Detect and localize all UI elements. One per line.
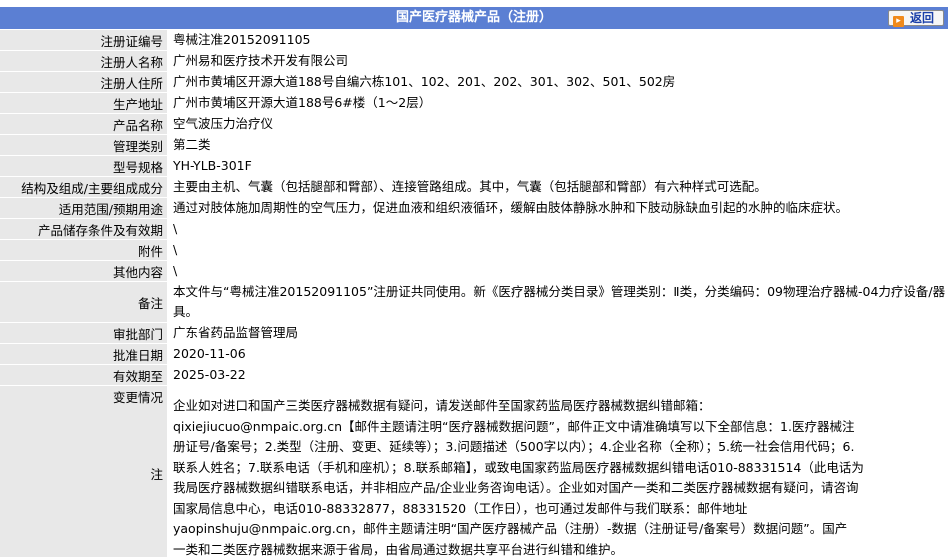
table-row: 其他内容 \ [0, 260, 948, 282]
page: 国产医疗器械产品（注册） ▸ 返回 注册证编号 粤械注准20152091105 注册… [0, 0, 948, 557]
field-value: 第二类 [167, 134, 948, 156]
field-value: \ [167, 260, 948, 282]
table-row: 附件 \ [0, 239, 948, 261]
back-button-label: 返回 [910, 11, 935, 25]
page-title: 国产医疗器械产品（注册） [395, 10, 552, 25]
field-value: 广州市黄埔区开源大道188号自编六栋101、102、201、202、301、30… [167, 71, 948, 93]
field-label: 注册人住所 [0, 71, 167, 93]
field-value: 空气波压力治疗仪 [167, 113, 948, 135]
field-label: 注 [150, 466, 163, 482]
back-button[interactable]: ▸ 返回 [888, 10, 944, 27]
table-row: 变更情况 注 企业如对进口和国产三类医疗器械数据有疑问，请发送邮件至国家药监局医… [0, 385, 948, 557]
field-label: 产品储存条件及有效期 [0, 218, 167, 240]
table-row: 产品储存条件及有效期 \ [0, 218, 948, 240]
note-line: 企业如对进口和国产三类医疗器械数据有疑问，请发送邮件至国家药监局医疗器械数据纠错… [173, 398, 711, 413]
field-value: 广州市黄埔区开源大道188号6#楼（1～2层） [167, 92, 948, 114]
page-header: 国产医疗器械产品（注册） ▸ 返回 [0, 7, 948, 29]
field-value: \ [167, 239, 948, 261]
table-row: 注册人名称 广州易和医疗技术开发有限公司 [0, 50, 948, 72]
note-line: 国家局信息中心，电话010-88332877，88331520（工作日），也可通… [173, 500, 748, 516]
detail-table: 注册证编号 粤械注准20152091105 注册人名称 广州易和医疗技术开发有限公司… [0, 30, 948, 557]
back-arrow-icon: ▸ [893, 16, 904, 27]
field-value: \ [167, 218, 948, 240]
field-value: 粤械注准20152091105 [167, 30, 948, 51]
table-row: 型号规格 YH-YLB-301F [0, 155, 948, 177]
table-row: 结构及组成/主要组成成分 主要由主机、气囊（包括腿部和臂部）、连接管路组成。其中，… [0, 176, 948, 198]
field-label: 其他内容 [0, 260, 167, 282]
table-row: 注册人住所 广州市黄埔区开源大道188号自编六栋101、102、201、202、3… [0, 71, 948, 93]
note-value: 企业如对进口和国产三类医疗器械数据有疑问，请发送邮件至国家药监局医疗器械数据纠错… [167, 385, 948, 557]
field-label: 产品名称 [0, 113, 167, 135]
field-value: 2025-03-22 [167, 364, 948, 386]
note-text: 企业如对进口和国产三类医疗器械数据有疑问，请发送邮件至国家药监局医疗器械数据纠错… [173, 386, 946, 557]
field-value: 通过对肢体施加周期性的空气压力，促进血液和组织液循环，缓解由肢体静脉水肿和下肢动… [167, 197, 948, 219]
field-label: 注册人名称 [0, 50, 167, 72]
table-row: 管理类别 第二类 [0, 134, 948, 156]
table-row: 适用范围/预期用途 通过对肢体施加周期性的空气压力，促进血液和组织液循环，缓解由肢… [0, 197, 948, 219]
field-label: 审批部门 [0, 322, 167, 344]
field-label: 型号规格 [0, 155, 167, 177]
note-line: 册证号/备案号；2.类型（注册、变更、延续等）；3.问题描述（500字以内）；4… [173, 439, 855, 454]
note-line: 一类和二类医疗器械数据来源于省局，由省局通过数据共享平台进行纠错和维护。 [173, 541, 624, 557]
field-label: 管理类别 [0, 134, 167, 156]
table-row: 有效期至 2025-03-22 [0, 364, 948, 386]
field-value: 主要由主机、气囊（包括腿部和臂部）、连接管路组成。其中，气囊（包括腿部和臂部）有… [167, 176, 948, 198]
field-label: 附件 [0, 239, 167, 261]
field-label: 有效期至 [0, 364, 167, 386]
field-label: 批准日期 [0, 343, 167, 365]
note-line: 我局医疗器械数据纠错联系电话，并非相应产品/企业业务咨询电话）。企业如对国产一类… [173, 480, 859, 495]
field-value: 本文件与“粤械注准20152091105”注册证共同使用。新《医疗器械分类目录》… [167, 281, 948, 323]
field-value: 广州易和医疗技术开发有限公司 [167, 50, 948, 72]
change-label: 变更情况 [112, 390, 163, 405]
note-line: yaopinshuju@nmpaic.org.cn，邮件主题请注明“国产医疗器械… [173, 521, 848, 536]
table-row: 产品名称 空气波压力治疗仪 [0, 113, 948, 135]
table-row: 生产地址 广州市黄埔区开源大道188号6#楼（1～2层） [0, 92, 948, 114]
field-label: 结构及组成/主要组成成分 [0, 176, 167, 198]
table-row: 备注 本文件与“粤械注准20152091105”注册证共同使用。新《医疗器械分类目… [0, 281, 948, 323]
table-row: 审批部门 广东省药品监督管理局 [0, 322, 948, 344]
table-row: 注册证编号 粤械注准20152091105 [0, 30, 948, 51]
field-label: 生产地址 [0, 92, 167, 114]
table-row: 批准日期 2020-11-06 [0, 343, 948, 365]
note-line: qixiejiucuo@nmpaic.org.cn【邮件主题请注明“医疗器械数据… [173, 418, 855, 434]
field-value: 广东省药品监督管理局 [167, 322, 948, 344]
field-label: 适用范围/预期用途 [0, 197, 167, 219]
field-value: YH-YLB-301F [167, 155, 948, 177]
note-line: 联系人姓名；7.联系电话（手机和座机）；8.联系邮箱】，或致电国家药监局医疗器械… [173, 459, 864, 475]
note-label-cell: 变更情况 注 [0, 385, 167, 557]
field-label: 备注 [0, 281, 167, 323]
field-label: 注册证编号 [0, 30, 167, 51]
field-value: 2020-11-06 [167, 343, 948, 365]
